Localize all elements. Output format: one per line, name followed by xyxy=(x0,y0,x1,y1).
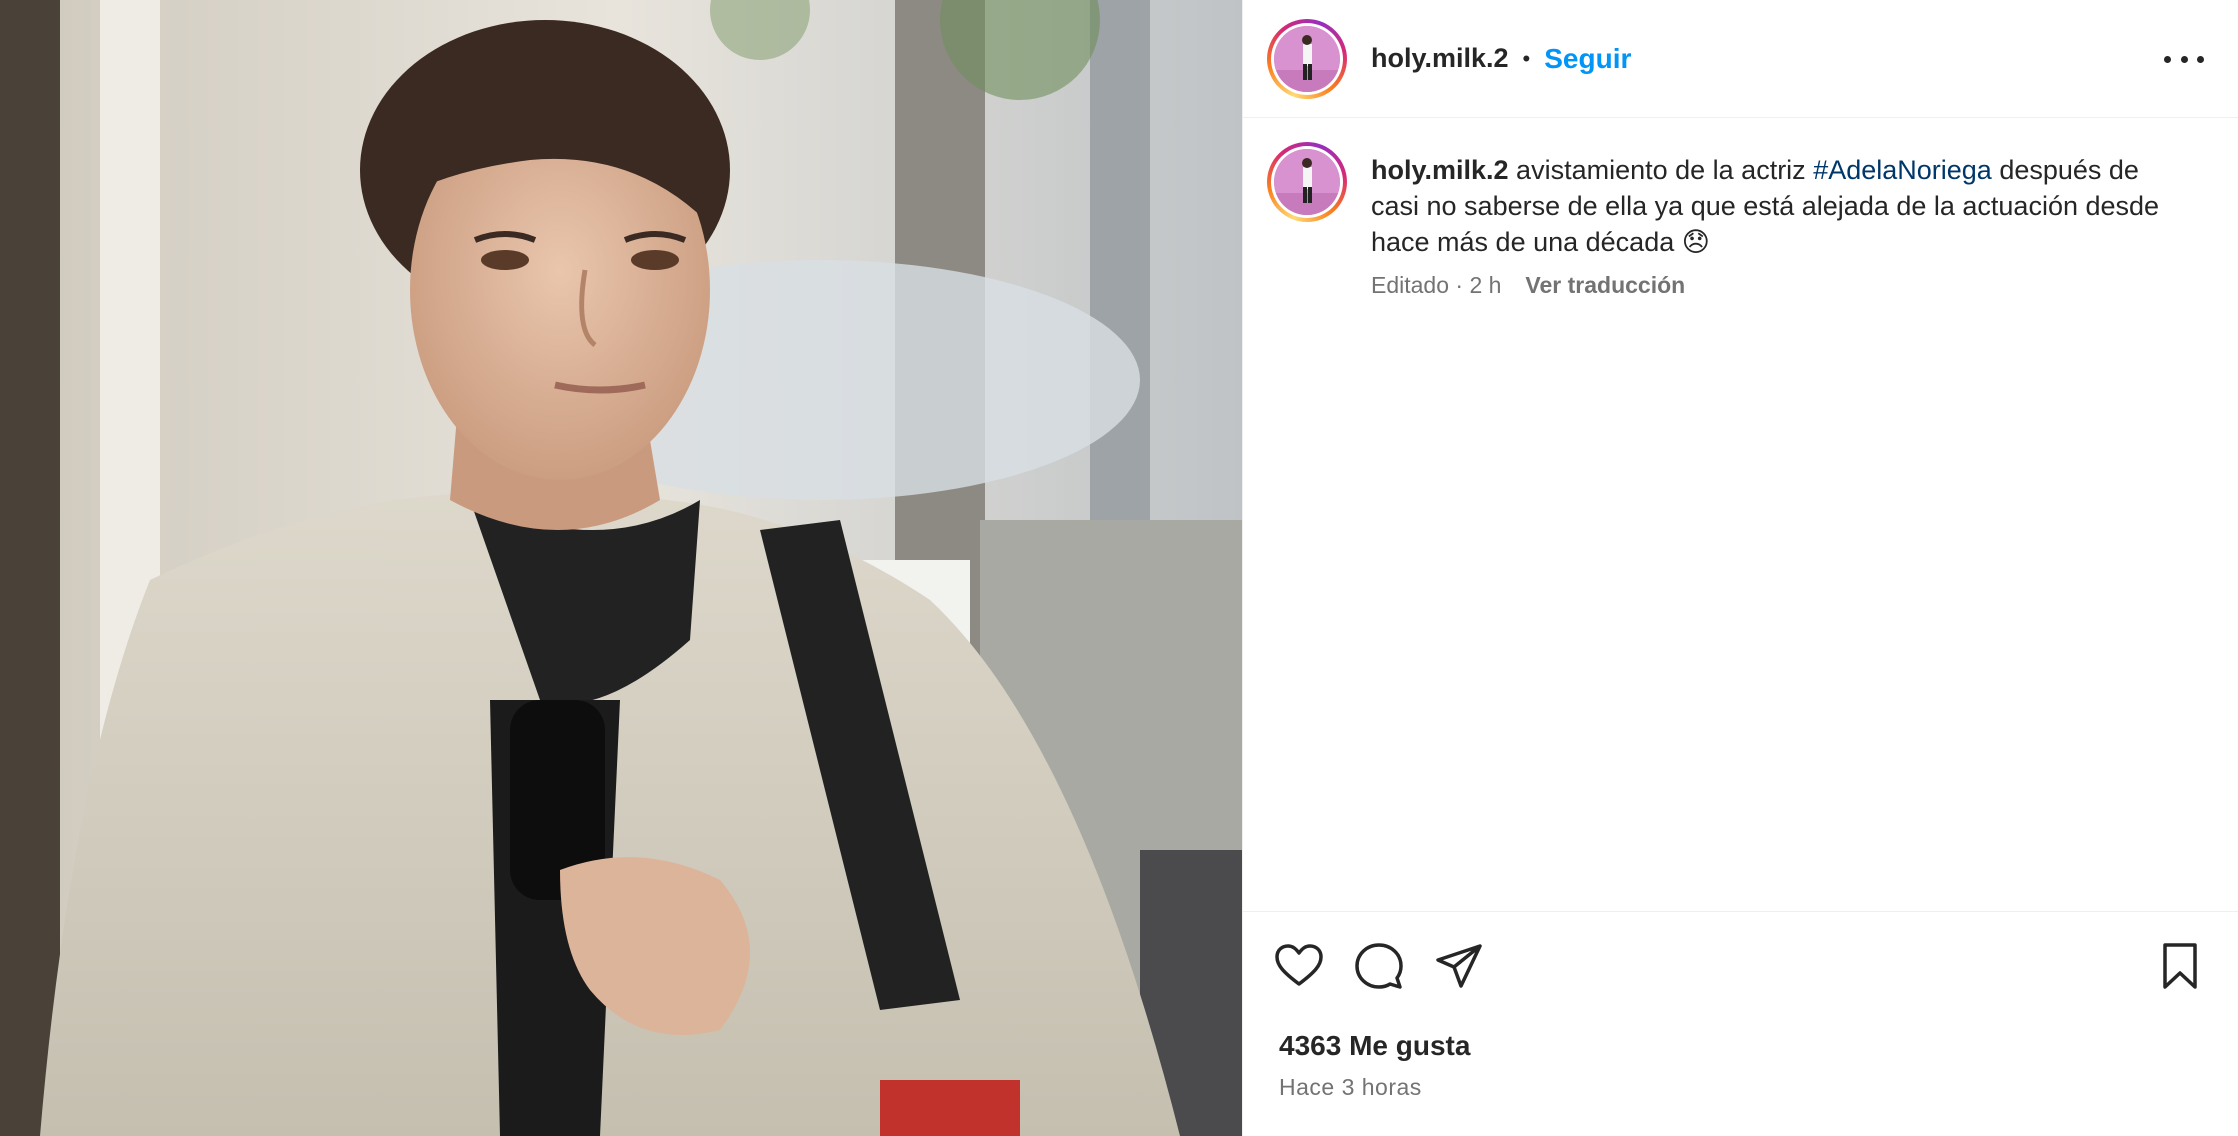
hashtag-link[interactable]: #AdelaNoriega xyxy=(1813,155,1992,185)
caption-body: holy.milk.2 avistamiento de la actriz #A… xyxy=(1371,152,2191,299)
comment-icon[interactable] xyxy=(1353,940,1405,992)
caption-text-before: avistamiento de la actriz xyxy=(1508,155,1814,185)
caption-avatar-image xyxy=(1274,149,1340,215)
avatar[interactable] xyxy=(1267,18,1347,99)
post-footer: 4363 Me gusta Hace 3 horas xyxy=(1243,1020,2238,1136)
post-side-panel: holy.milk.2 • Seguir holy.milk.2 avistam… xyxy=(1242,0,2238,1136)
action-bar xyxy=(1243,912,2238,1020)
bookmark-icon[interactable] xyxy=(2154,940,2206,992)
sad-face-emoji: 😞 xyxy=(1681,227,1710,257)
post-header: holy.milk.2 • Seguir xyxy=(1243,0,2238,118)
post-timestamp[interactable]: Hace 3 horas xyxy=(1279,1074,2238,1101)
more-options-icon[interactable] xyxy=(2164,44,2204,74)
caption-meta: Editado · 2 h Ver traducción xyxy=(1371,272,2191,299)
post-photo[interactable] xyxy=(0,0,1242,1136)
caption-section: holy.milk.2 avistamiento de la actriz #A… xyxy=(1243,118,2238,912)
likes-count[interactable]: 4363 Me gusta xyxy=(1279,1030,2238,1062)
see-translation-button[interactable]: Ver traducción xyxy=(1525,272,1685,299)
instagram-post: holy.milk.2 • Seguir holy.milk.2 avistam… xyxy=(0,0,2238,1136)
follow-button[interactable]: Seguir xyxy=(1544,43,1631,75)
post-photo-illustration xyxy=(0,0,1242,1136)
caption-avatar[interactable] xyxy=(1267,142,1347,222)
caption-username[interactable]: holy.milk.2 xyxy=(1371,155,1509,185)
avatar-image xyxy=(1274,25,1340,92)
heart-icon[interactable] xyxy=(1273,940,1325,992)
caption-text: holy.milk.2 avistamiento de la actriz #A… xyxy=(1371,152,2191,260)
separator-dot: • xyxy=(1522,45,1531,71)
paper-plane-icon[interactable] xyxy=(1433,940,1485,992)
post-author-username[interactable]: holy.milk.2 xyxy=(1371,43,1509,74)
edited-time: Editado · 2 h xyxy=(1371,272,1502,298)
